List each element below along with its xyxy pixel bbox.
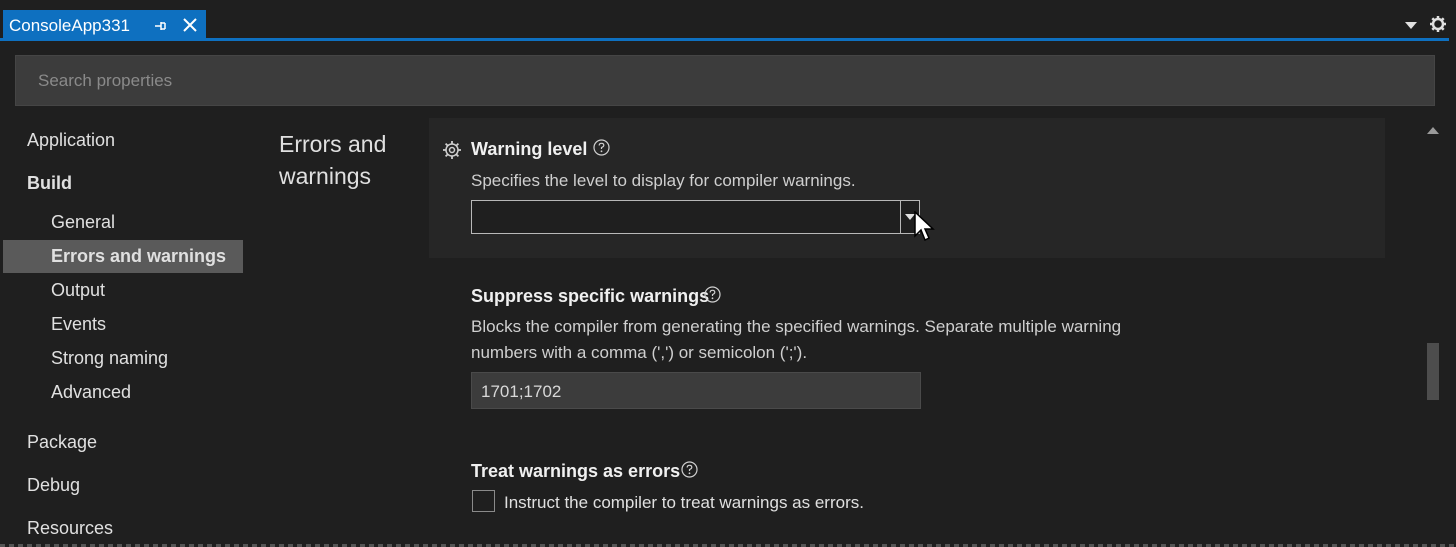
- vertical-scrollbar[interactable]: [1420, 118, 1446, 547]
- section-title: Errors and warnings: [279, 131, 387, 189]
- search-input[interactable]: Search properties: [38, 71, 172, 91]
- tab-title: ConsoleApp331: [9, 16, 130, 35]
- help-icon[interactable]: [704, 286, 721, 303]
- warning-level-description: Specifies the level to display for compi…: [471, 171, 856, 190]
- nav-item-output[interactable]: Output: [51, 280, 105, 301]
- suppress-warnings-input[interactable]: 1701;1702: [471, 372, 921, 409]
- chevron-up-icon[interactable]: [1427, 126, 1439, 134]
- treat-warnings-as-errors-checkbox-label[interactable]: Instruct the compiler to treat warnings …: [504, 493, 864, 513]
- tab-consoleapp[interactable]: ConsoleApp331: [3, 10, 206, 41]
- property-nav: Application Build General Errors and war…: [0, 118, 243, 547]
- nav-item-general[interactable]: General: [51, 212, 115, 233]
- nav-item-debug[interactable]: Debug: [27, 475, 80, 496]
- suppress-warnings-title: Suppress specific warnings: [471, 286, 710, 306]
- gear-icon[interactable]: [1429, 15, 1447, 33]
- document-tab-strip: ConsoleApp331: [0, 0, 1456, 42]
- gear-icon[interactable]: [441, 139, 463, 161]
- nav-item-package[interactable]: Package: [27, 432, 97, 453]
- suppress-warnings-description-line1: Blocks the compiler from generating the …: [471, 317, 1122, 336]
- nav-item-application[interactable]: Application: [27, 130, 115, 151]
- close-icon[interactable]: [182, 17, 198, 33]
- nav-item-resources[interactable]: Resources: [27, 518, 113, 539]
- nav-item-errors-and-warnings[interactable]: Errors and warnings: [51, 246, 226, 267]
- warning-level-title: Warning level: [471, 139, 588, 159]
- pin-icon[interactable]: [153, 19, 167, 33]
- help-icon[interactable]: [681, 461, 698, 478]
- mouse-cursor-icon: [914, 211, 935, 242]
- nav-item-events[interactable]: Events: [51, 314, 106, 335]
- nav-item-build[interactable]: Build: [27, 173, 72, 194]
- suppress-warnings-description-line2: numbers with a comma (',') or semicolon …: [471, 343, 808, 362]
- nav-item-advanced[interactable]: Advanced: [51, 382, 131, 403]
- nav-item-strong-naming[interactable]: Strong naming: [51, 348, 168, 369]
- treat-warnings-as-errors-title: Treat warnings as errors: [471, 461, 681, 481]
- warning-level-dropdown[interactable]: [471, 200, 920, 234]
- treat-warnings-as-errors-checkbox[interactable]: [472, 490, 495, 512]
- chevron-down-icon[interactable]: [1405, 22, 1417, 30]
- help-icon[interactable]: [593, 139, 610, 156]
- scrollbar-thumb[interactable]: [1427, 343, 1439, 400]
- search-box[interactable]: Search properties: [15, 55, 1435, 106]
- tab-strip-accent-line: [0, 38, 1449, 41]
